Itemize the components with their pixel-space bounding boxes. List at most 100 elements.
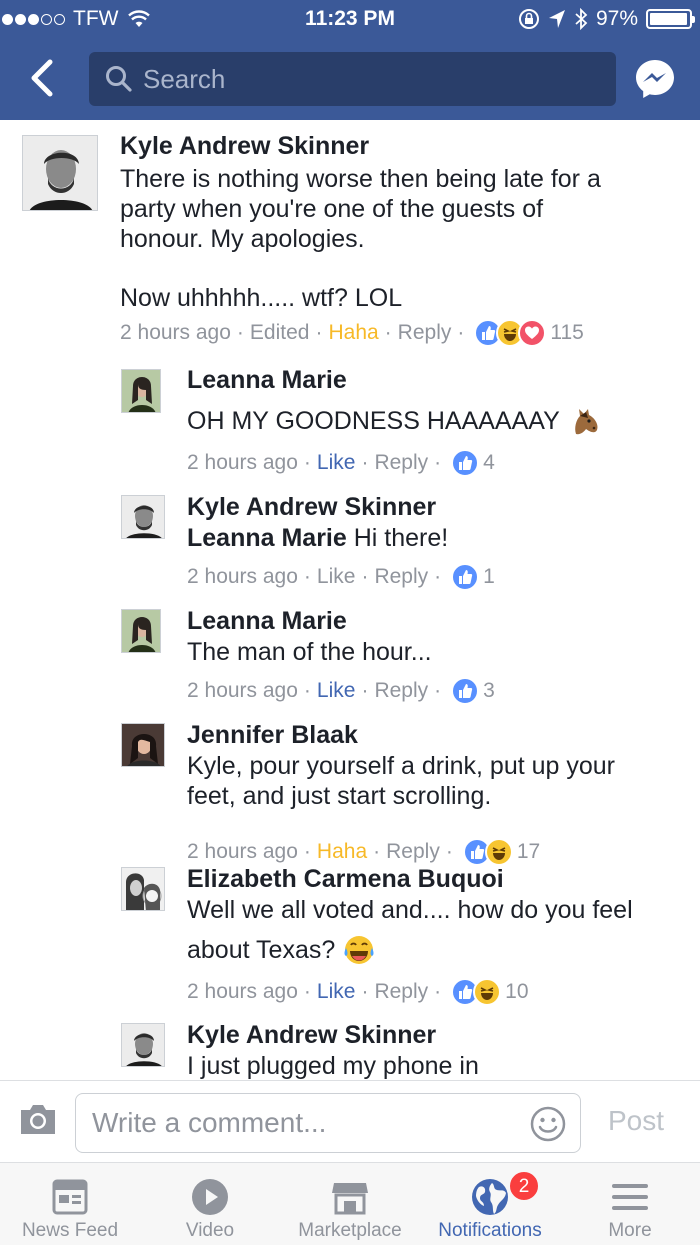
- comment-text: OH MY GOODNESS HAAAAAAY: [187, 406, 602, 436]
- bluetooth-icon: [575, 8, 588, 30]
- comment-text: Kyle, pour yourself a drink, put up your…: [187, 751, 687, 811]
- comment-text: Well we all voted and.... how do you fee…: [187, 895, 692, 966]
- marketplace-icon: [332, 1183, 368, 1215]
- reply-button[interactable]: Reply: [374, 980, 428, 1004]
- comment-text: There is nothing worse then being late f…: [120, 164, 690, 313]
- reply-comment: Leanna Marie OH MY GOODNESS HAAAAAAY 2 h…: [0, 360, 700, 478]
- comment-text-line: The man of the hour...: [187, 638, 432, 666]
- back-button[interactable]: [24, 58, 58, 98]
- avatar[interactable]: [22, 135, 98, 211]
- comment-meta: 2 hours ago · Like · Reply · 1: [187, 563, 495, 591]
- horse-face-emoji-icon: [574, 409, 598, 435]
- reply-button[interactable]: Reply: [374, 565, 428, 589]
- avatar[interactable]: [121, 723, 165, 767]
- comment-input[interactable]: Write a comment...: [75, 1093, 581, 1153]
- tab-more[interactable]: More: [560, 1163, 700, 1245]
- tab-notifications[interactable]: Notifications: [420, 1163, 560, 1245]
- like-button[interactable]: Like: [317, 980, 356, 1004]
- timestamp: 2 hours ago: [187, 679, 298, 702]
- mention-link[interactable]: Leanna Marie: [187, 524, 347, 552]
- globe-icon: [472, 1179, 508, 1215]
- comment-composer: Write a comment... Post: [0, 1080, 700, 1162]
- comment: Kyle Andrew Skinner There is nothing wor…: [0, 120, 700, 360]
- love-reaction-icon: [518, 319, 547, 347]
- comment-placeholder: Write a comment...: [92, 1107, 327, 1138]
- news-feed-icon: [52, 1179, 88, 1215]
- edited-label[interactable]: Edited: [250, 321, 310, 345]
- emoji-icon[interactable]: [530, 1106, 566, 1142]
- tab-label: Video: [185, 1220, 235, 1241]
- comment-text-line: I just plugged my phone in: [187, 1052, 479, 1080]
- comment-text: Leanna Marie Hi there!: [187, 523, 448, 553]
- comment-author[interactable]: Kyle Andrew Skinner: [187, 1021, 436, 1050]
- reaction-count[interactable]: 4: [483, 451, 495, 475]
- reaction-summary[interactable]: [451, 677, 480, 705]
- reaction-summary[interactable]: [451, 449, 480, 477]
- location-icon: [548, 10, 565, 28]
- comment-author[interactable]: Jennifer Blaak: [187, 721, 358, 750]
- like-button[interactable]: Like: [317, 451, 356, 475]
- reply-comment: Kyle Andrew Skinner I just plugged my ph…: [0, 1018, 700, 1080]
- comment-text: I just plugged my phone in: [187, 1051, 479, 1080]
- reaction-summary[interactable]: [451, 978, 502, 1006]
- comment-meta: 2 hours ago · Edited · Haha · Reply · 115: [120, 319, 584, 347]
- timestamp: 2 hours ago: [187, 565, 298, 588]
- like-button[interactable]: Like: [317, 565, 356, 589]
- timestamp: 2 hours ago: [120, 321, 231, 344]
- comment-author[interactable]: Leanna Marie: [187, 607, 347, 636]
- comment-thread: Kyle Andrew Skinner There is nothing wor…: [0, 120, 700, 1080]
- comment-text-line: Now uhhhhh..... wtf? LOL: [120, 284, 403, 312]
- avatar[interactable]: [121, 609, 161, 653]
- camera-icon[interactable]: [18, 1101, 58, 1137]
- like-reaction-icon: [451, 449, 480, 477]
- reply-button[interactable]: Reply: [374, 451, 428, 475]
- top-bar: TFW 11:23 PM 97% Search: [0, 0, 700, 120]
- comment-author[interactable]: Elizabeth Carmena Buquoi: [187, 865, 504, 894]
- comment-text-line: about Texas?: [187, 936, 336, 964]
- like-reaction-icon: [451, 677, 480, 705]
- comment-meta: 2 hours ago · Like · Reply · 4: [187, 449, 495, 477]
- reaction-count[interactable]: 3: [483, 679, 495, 703]
- tab-label: Notifications: [438, 1220, 542, 1241]
- comment-text-line: honour. My apologies.: [120, 225, 365, 253]
- avatar[interactable]: [121, 1023, 165, 1067]
- reaction-action-button[interactable]: Haha: [328, 321, 378, 345]
- reply-button[interactable]: Reply: [398, 321, 452, 345]
- comment-author[interactable]: Kyle Andrew Skinner: [120, 132, 369, 161]
- avatar[interactable]: [121, 867, 165, 911]
- avatar[interactable]: [121, 369, 161, 413]
- tab-label: More: [608, 1220, 652, 1241]
- like-button[interactable]: Like: [317, 679, 356, 703]
- comment-text-line: feet, and just start scrolling.: [187, 782, 492, 810]
- avatar[interactable]: [121, 495, 165, 539]
- reply-comment: Leanna Marie The man of the hour... 2 ho…: [0, 602, 700, 712]
- comment-text-line: OH MY GOODNESS HAAAAAAY: [187, 407, 560, 435]
- tab-label: News Feed: [21, 1220, 119, 1241]
- messenger-icon[interactable]: [634, 58, 676, 100]
- comment-author[interactable]: Leanna Marie: [187, 366, 347, 395]
- bottom-tab-bar: News Feed Video Marketplace Notification…: [0, 1162, 700, 1245]
- reply-comment: Kyle Andrew Skinner Leanna Marie Hi ther…: [0, 488, 700, 598]
- orientation-lock-icon: [518, 9, 539, 29]
- tab-news-feed[interactable]: News Feed: [0, 1163, 140, 1245]
- reaction-count[interactable]: 1: [483, 565, 495, 589]
- haha-reaction-icon: [473, 978, 502, 1006]
- reaction-count[interactable]: 115: [550, 321, 583, 345]
- notification-badge: 2: [508, 1170, 540, 1202]
- reaction-summary[interactable]: [451, 563, 480, 591]
- like-reaction-icon: [451, 563, 480, 591]
- tab-marketplace[interactable]: Marketplace: [280, 1163, 420, 1245]
- comment-author[interactable]: Kyle Andrew Skinner: [187, 493, 436, 522]
- timestamp: 2 hours ago: [187, 451, 298, 474]
- search-icon: [106, 66, 132, 92]
- tab-video[interactable]: Video: [140, 1163, 280, 1245]
- battery-percent: 97%: [595, 7, 638, 30]
- post-button[interactable]: Post: [608, 1105, 664, 1137]
- reaction-summary[interactable]: [474, 319, 547, 347]
- video-icon: [192, 1179, 228, 1215]
- reply-comment: Jennifer Blaak Kyle, pour yourself a dri…: [0, 716, 700, 866]
- search-input[interactable]: Search: [89, 52, 616, 106]
- comment-text-line: Hi there!: [353, 524, 449, 552]
- reaction-count[interactable]: 10: [505, 980, 528, 1004]
- reply-button[interactable]: Reply: [374, 679, 428, 703]
